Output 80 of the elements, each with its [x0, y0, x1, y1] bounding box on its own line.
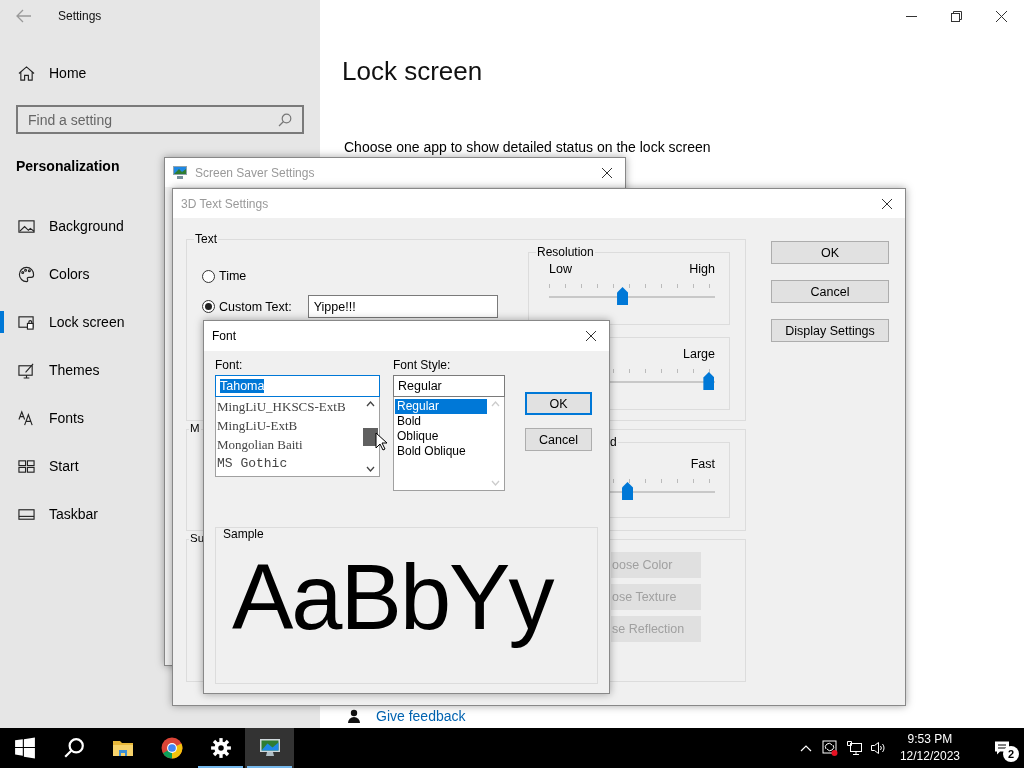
window-title: Settings — [58, 9, 102, 23]
window-title: Font — [212, 329, 237, 343]
picture-icon — [18, 217, 35, 235]
windows-logo-icon — [13, 737, 36, 759]
dialog-button[interactable]: Display Settings — [771, 319, 889, 342]
scroll-down-icon[interactable] — [366, 466, 375, 472]
sidebar-item[interactable]: Lock screen — [0, 298, 168, 346]
dialog-button[interactable]: OK — [525, 392, 592, 415]
slider-max-label: Large — [683, 347, 715, 363]
section-heading: Personalization — [16, 158, 120, 174]
sync-alert-icon[interactable] — [821, 740, 838, 756]
clock[interactable]: 9:53 PM 12/12/2023 — [899, 731, 960, 765]
person-icon — [348, 709, 362, 723]
dialog-button[interactable]: Cancel — [771, 280, 889, 303]
notification-button[interactable]: 2 — [980, 728, 1024, 768]
lock-screen-icon — [18, 313, 35, 331]
home-link[interactable]: Home — [0, 57, 320, 89]
monitor-icon — [173, 166, 187, 179]
list-item[interactable]: MS Gothic — [217, 456, 362, 475]
list-item[interactable]: MingLiU_HKSCS-ExtB — [217, 399, 362, 418]
dialog-button[interactable]: Cancel — [525, 428, 592, 451]
font-name-field[interactable]: Tahoma — [215, 375, 380, 397]
scroll-down-icon — [491, 480, 500, 486]
font-style-field[interactable]: Regular — [393, 375, 505, 397]
list-item[interactable]: MingLiU-ExtB — [217, 418, 362, 437]
list-item[interactable]: Mongolian Baiti — [217, 437, 362, 456]
group-label: Sample — [222, 528, 265, 541]
description-text: Choose one app to show detailed status on the lock screen — [344, 139, 712, 155]
list-item[interactable]: Bold Oblique — [395, 444, 487, 459]
brush-monitor-icon — [18, 361, 35, 379]
sidebar-item[interactable]: Start — [0, 442, 168, 490]
slider-thumb[interactable] — [622, 482, 633, 500]
monitor-icon — [258, 737, 281, 759]
group-label: Text — [194, 232, 218, 246]
list-item[interactable]: Regular — [395, 399, 487, 414]
slider-max-label: Fast — [690, 457, 715, 473]
radio-option[interactable]: Time — [202, 269, 528, 283]
close-icon[interactable] — [585, 330, 597, 342]
letters-icon — [18, 409, 35, 427]
sidebar-item[interactable]: Fonts — [0, 394, 168, 442]
search-field[interactable]: Find a setting — [16, 105, 304, 134]
slider-thumb[interactable] — [703, 372, 715, 390]
browser-icon — [160, 737, 183, 759]
palette-icon — [18, 265, 35, 283]
feedback-link[interactable]: Give feedback — [376, 708, 466, 724]
settings-icon — [209, 737, 232, 759]
page-heading: Lock screen — [342, 56, 484, 87]
network-icon[interactable] — [845, 740, 862, 756]
custom-text-field[interactable]: Yippe!!! — [307, 295, 498, 318]
group-label: Resolution — [536, 245, 595, 259]
volume-icon[interactable] — [869, 740, 886, 756]
tiles-icon — [18, 457, 35, 475]
sidebar-item[interactable]: Themes — [0, 346, 168, 394]
slider-min-label: Low — [549, 262, 572, 278]
dialog-button[interactable]: OK — [771, 241, 889, 264]
field-label: Font Style: — [393, 358, 452, 372]
notification-badge: 2 — [1003, 746, 1019, 762]
slider-thumb[interactable] — [617, 287, 629, 305]
close-icon[interactable] — [996, 10, 1007, 22]
scroll-up-icon — [491, 401, 500, 407]
field-label: Font: — [215, 358, 244, 372]
home-icon — [18, 64, 35, 82]
list-item[interactable]: Bold — [395, 414, 487, 429]
taskbar-button[interactable] — [245, 728, 294, 768]
restore-icon[interactable] — [951, 10, 962, 22]
sidebar-item[interactable]: Colors — [0, 250, 168, 298]
search-icon — [62, 737, 85, 759]
window-title: 3D Text Settings — [181, 196, 270, 211]
slider-max-label: High — [689, 262, 715, 278]
list-item[interactable]: Oblique — [395, 429, 487, 444]
close-icon[interactable] — [601, 166, 613, 179]
scroll-up-icon[interactable] — [366, 401, 375, 407]
close-icon[interactable] — [881, 197, 893, 210]
sidebar-item[interactable]: Background — [0, 202, 168, 250]
sidebar-item[interactable]: Taskbar — [0, 490, 168, 538]
window-title: Screen Saver Settings — [195, 165, 316, 180]
sample-text: AaBbYy — [232, 545, 554, 650]
radio-option[interactable]: Custom Text: — [202, 299, 292, 314]
group-label: M — [189, 422, 201, 434]
search-icon[interactable] — [278, 113, 292, 127]
